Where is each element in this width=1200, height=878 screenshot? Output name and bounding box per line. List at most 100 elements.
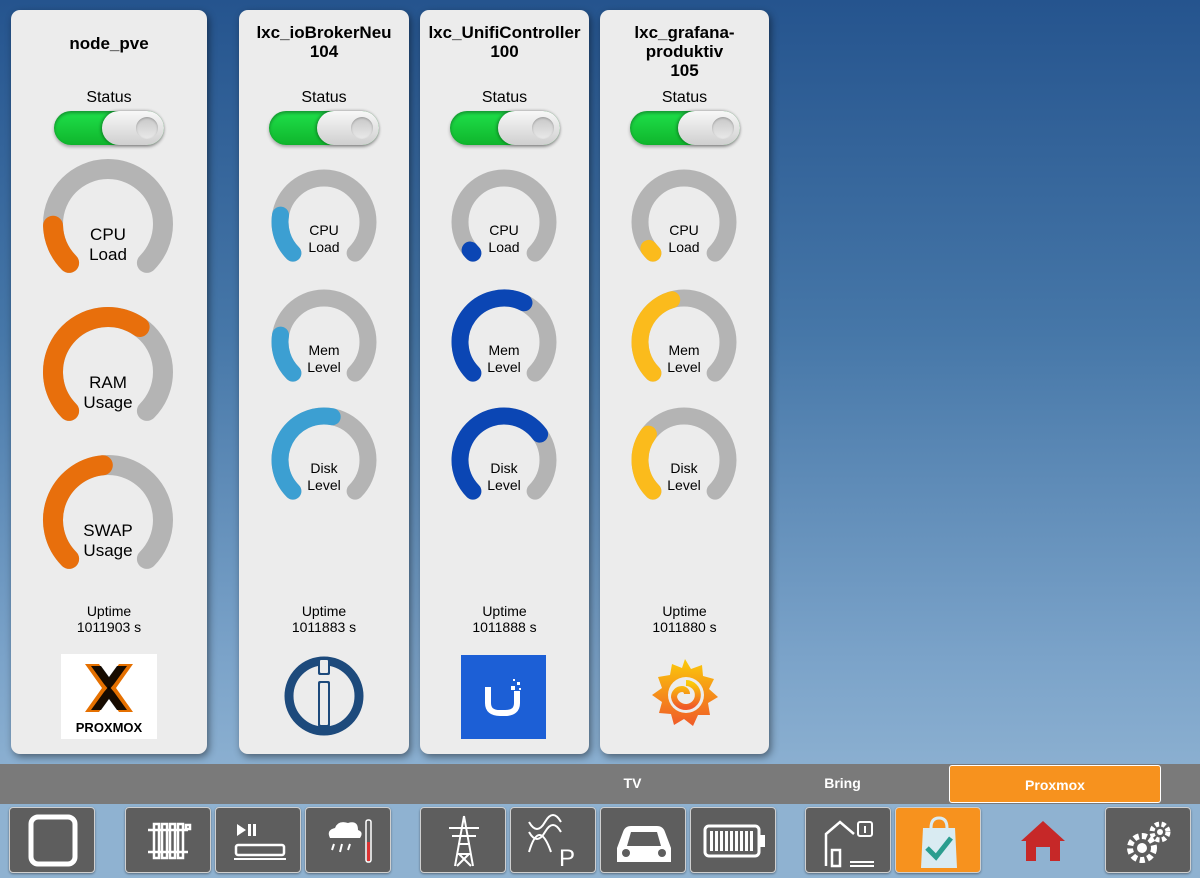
gauge-label: RAM Usage bbox=[48, 373, 168, 413]
battery-icon bbox=[703, 824, 765, 858]
unifi-logo bbox=[461, 655, 546, 739]
gauge-label-line: Disk bbox=[310, 460, 338, 476]
uptime-value: 1011883 s bbox=[291, 619, 357, 635]
gauge-label-line: CPU bbox=[489, 222, 519, 238]
radiator-icon bbox=[148, 822, 192, 860]
house-info-icon bbox=[824, 820, 874, 868]
card-title-line: lxc_ioBrokerNeu bbox=[256, 23, 392, 42]
unifi-card: lxc_UnifiController 100 Status Uptime 10… bbox=[420, 10, 589, 754]
dock-button-battery[interactable] bbox=[690, 807, 776, 873]
gauge-label: CPU Load bbox=[48, 225, 168, 265]
gauge-label-line: Level bbox=[487, 477, 521, 493]
uptime: Uptime 1011883 s bbox=[239, 603, 409, 635]
uptime-label: Uptime bbox=[301, 603, 347, 619]
status-label: Status bbox=[661, 89, 708, 106]
tab-bring[interactable]: Bring bbox=[770, 764, 915, 802]
status-label: Status bbox=[86, 89, 132, 106]
grafana-card: lxc_grafana- produktiv 105 Status Uptime… bbox=[600, 10, 769, 754]
media-player-icon bbox=[234, 824, 286, 860]
dock-button-frame[interactable] bbox=[9, 807, 95, 873]
weather-icon bbox=[328, 819, 372, 863]
gauge-label: Disk Level bbox=[264, 460, 384, 494]
gauge-label: SWAP Usage bbox=[48, 521, 168, 561]
uptime-value: 1011880 s bbox=[652, 619, 717, 635]
card-title: lxc_grafana- produktiv 105 bbox=[600, 23, 769, 80]
gauge-label-line: Level bbox=[307, 359, 341, 375]
status-label: Status bbox=[481, 89, 528, 106]
solar-panel-icon: P bbox=[528, 814, 575, 872]
dock: P bbox=[0, 804, 1200, 878]
gauge-label-line: Disk bbox=[490, 460, 518, 476]
uptime-value: 1011888 s bbox=[472, 619, 537, 635]
power-pylon-icon bbox=[449, 815, 479, 867]
dock-button-bring[interactable] bbox=[895, 807, 981, 873]
gauge-label-line: Mem bbox=[488, 342, 520, 358]
grafana-logo bbox=[644, 653, 726, 739]
gauge-label-line: Load bbox=[668, 239, 700, 255]
car-icon bbox=[617, 826, 671, 862]
gauge bbox=[43, 455, 173, 569]
gauge-label-line: Level bbox=[667, 477, 701, 493]
dock-button-power[interactable] bbox=[420, 807, 506, 873]
uptime: Uptime 1011903 s bbox=[11, 603, 207, 635]
card-title: node_pve bbox=[11, 34, 207, 53]
tab-proxmox[interactable]: Proxmox bbox=[949, 765, 1161, 803]
gauge-label: Mem Level bbox=[624, 342, 744, 376]
dock-button-weather[interactable] bbox=[305, 807, 391, 873]
status-toggle[interactable] bbox=[269, 111, 379, 145]
tab-tv[interactable]: TV bbox=[560, 764, 705, 802]
toggle-knob bbox=[102, 111, 164, 145]
card-title-line: lxc_UnifiController bbox=[428, 23, 581, 42]
gauge-label-line: Mem bbox=[668, 342, 700, 358]
home-icon bbox=[1021, 821, 1065, 861]
dock-button-heating[interactable] bbox=[125, 807, 211, 873]
gauge-label-line: RAM bbox=[89, 373, 127, 392]
card-title-line: 100 bbox=[490, 42, 519, 61]
node-card: node_pve Status Uptime 1011903 s PROXMOX… bbox=[11, 10, 207, 754]
gauge-label: CPU Load bbox=[624, 222, 744, 256]
dock-button-settings[interactable] bbox=[1105, 807, 1191, 873]
card-title-line: 104 bbox=[309, 42, 339, 61]
toggle-knob bbox=[498, 111, 560, 145]
card-title-line: lxc_grafana- bbox=[634, 23, 735, 42]
gauge-label-line: SWAP bbox=[83, 521, 133, 540]
dock-button-media[interactable] bbox=[215, 807, 301, 873]
proxmox-logo: PROXMOX bbox=[61, 654, 157, 739]
gauge-label-line: Load bbox=[488, 239, 520, 255]
square-frame-icon bbox=[28, 814, 78, 867]
gauge-label-line: Load bbox=[89, 245, 127, 264]
toggle-knob bbox=[678, 111, 740, 145]
uptime-label: Uptime bbox=[662, 603, 707, 619]
gauge-label-line: Usage bbox=[83, 393, 133, 412]
gauge bbox=[43, 159, 173, 273]
card-title-line: node_pve bbox=[69, 34, 149, 53]
gauge-label: Mem Level bbox=[444, 342, 564, 376]
uptime-label: Uptime bbox=[482, 603, 527, 619]
gauge-label-line: Disk bbox=[670, 460, 698, 476]
gauge-label-line: Load bbox=[308, 239, 340, 255]
card-title: lxc_UnifiController 100 bbox=[420, 23, 589, 61]
dock-button-house[interactable] bbox=[805, 807, 891, 873]
uptime-value: 1011903 s bbox=[76, 619, 142, 635]
dock-button-home[interactable] bbox=[1000, 807, 1086, 873]
dock-button-solar[interactable]: P bbox=[510, 807, 596, 873]
gauge-label: Disk Level bbox=[444, 460, 564, 494]
shopping-bag-check-icon bbox=[921, 816, 957, 868]
proxmox-logo-text: PROXMOX bbox=[76, 720, 143, 735]
gauge-label-line: Level bbox=[667, 359, 701, 375]
status-label: Status bbox=[301, 89, 347, 106]
status-toggle[interactable] bbox=[450, 111, 560, 145]
gauge-label-line: Mem bbox=[308, 342, 340, 358]
gauge-label-line: CPU bbox=[309, 222, 339, 238]
uptime: Uptime 1011888 s bbox=[420, 603, 589, 635]
card-title-line: produktiv bbox=[645, 42, 724, 61]
status-toggle[interactable] bbox=[54, 111, 164, 145]
dock-button-car[interactable] bbox=[600, 807, 686, 873]
gears-icon bbox=[1127, 821, 1171, 863]
status-toggle[interactable] bbox=[630, 111, 740, 145]
gauge-label-line: Level bbox=[307, 477, 341, 493]
card-title-line: 105 bbox=[670, 61, 699, 80]
svg-text:P: P bbox=[559, 845, 575, 872]
uptime: Uptime 1011880 s bbox=[600, 603, 769, 635]
gauge-label-line: Level bbox=[487, 359, 521, 375]
